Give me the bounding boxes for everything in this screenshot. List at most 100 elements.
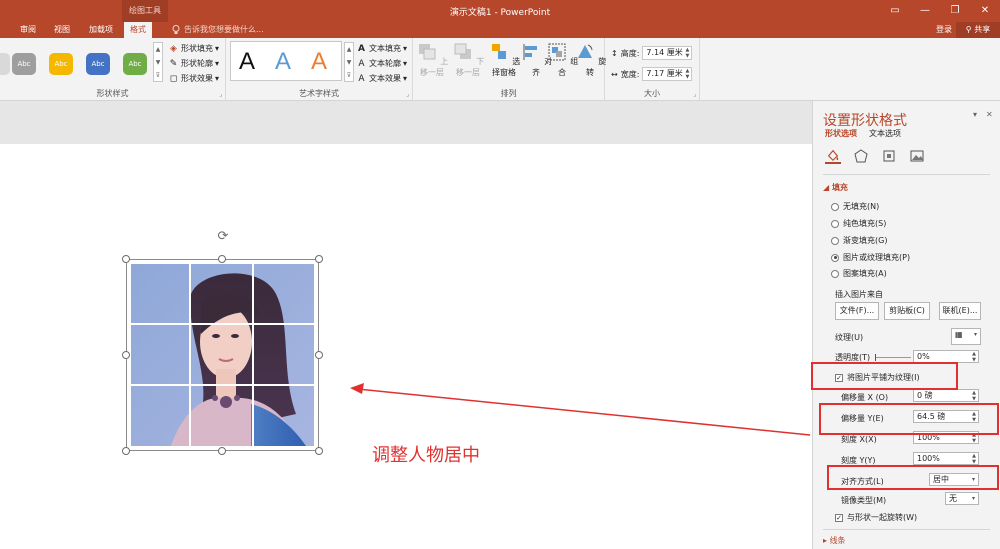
fill-option-picture-texture[interactable]: 图片或纹理填充(P) bbox=[831, 252, 910, 263]
wordart-sample[interactable]: A bbox=[275, 48, 291, 76]
radio[interactable] bbox=[831, 236, 839, 245]
wordart-sample[interactable]: A bbox=[239, 48, 255, 76]
wordart-gallery[interactable]: A A A bbox=[230, 41, 342, 81]
fill-line-icon[interactable] bbox=[825, 148, 841, 164]
size-properties-icon[interactable] bbox=[881, 148, 897, 164]
restore-icon[interactable]: ❐ bbox=[944, 3, 966, 19]
spinner-arrows-icon[interactable]: ▲ ▼ bbox=[972, 453, 976, 465]
spinner-arrows-icon[interactable]: ▲ ▼ bbox=[686, 47, 690, 59]
clipboard-button[interactable]: 剪贴板(C) bbox=[884, 302, 930, 320]
ribbon-tabs: 审阅 视图 加载项 格式 告诉我您想要做什么... 登录 ⚲ 共享 bbox=[0, 22, 1000, 38]
tile-seam bbox=[252, 264, 254, 446]
fill-option-solid[interactable]: 纯色填充(S) bbox=[831, 218, 886, 229]
tell-me-placeholder: 告诉我您想要做什么... bbox=[184, 25, 264, 34]
resize-handle[interactable] bbox=[315, 447, 323, 455]
fill-option-pattern[interactable]: 图案填充(A) bbox=[831, 268, 887, 279]
checkbox[interactable]: ✓ bbox=[835, 513, 843, 522]
shape-fill-button[interactable]: ◈ 形状填充 ▾ bbox=[168, 43, 219, 54]
width-row: ↔ 宽度: 7.17 厘米 ▲ ▼ bbox=[611, 67, 693, 81]
resize-handle[interactable] bbox=[122, 255, 130, 263]
resize-handle[interactable] bbox=[122, 351, 130, 359]
send-backward-icon bbox=[454, 43, 471, 59]
height-row: ↕ 高度: 7.14 厘米 ▲ ▼ bbox=[611, 46, 693, 60]
radio[interactable] bbox=[831, 269, 839, 278]
radio[interactable] bbox=[831, 202, 839, 211]
tell-me-search[interactable]: 告诉我您想要做什么... bbox=[172, 22, 264, 38]
shape-styles-gallery-scroll[interactable]: ▲ ▼ ⊽ bbox=[153, 42, 163, 82]
portrait-image bbox=[131, 264, 314, 446]
height-input[interactable]: 7.14 厘米 ▲ ▼ bbox=[642, 46, 693, 60]
texture-dropdown[interactable]: ▦ ▾ bbox=[951, 328, 981, 345]
ribbon-display-options-icon[interactable]: ▭ bbox=[884, 3, 906, 19]
shape-outline-button[interactable]: ✎ 形状轮廓 ▾ bbox=[168, 58, 219, 69]
shape-style-swatch[interactable]: Abc bbox=[86, 53, 110, 75]
close-icon[interactable]: ✕ bbox=[974, 3, 996, 19]
shape-style-partial[interactable] bbox=[0, 53, 10, 75]
bring-forward-button[interactable]: 上移一层 bbox=[415, 42, 449, 78]
text-fill-button[interactable]: A 文本填充 ▾ bbox=[356, 43, 407, 54]
text-outline-button[interactable]: A 文本轮廓 ▾ bbox=[356, 58, 407, 69]
pane-close-icon[interactable]: ✕ bbox=[986, 110, 993, 119]
fill-option-none[interactable]: 无填充(N) bbox=[831, 201, 879, 212]
wordart-styles-group: A A A ▲ ▼ ⊽ A 文本填充 ▾ A 文本轮廓 ▾ A 文本效果 ▾ 艺术字样式 … bbox=[226, 38, 413, 101]
tab-addins[interactable]: 加载项 bbox=[83, 22, 119, 38]
arrange-group: 上移一层 下移一层 选择窗格 对齐 组合 旋转 排列 bbox=[413, 38, 607, 101]
effects-pentagon-icon[interactable] bbox=[853, 148, 869, 164]
online-button[interactable]: 联机(E)... bbox=[939, 302, 981, 320]
minimize-icon[interactable]: — bbox=[914, 3, 936, 19]
spinner-arrows-icon[interactable]: ▲ ▼ bbox=[972, 351, 976, 363]
tab-review[interactable]: 审阅 bbox=[14, 22, 42, 38]
group-label: 艺术字样式 bbox=[299, 89, 339, 98]
text-effects-button[interactable]: A 文本效果 ▾ bbox=[356, 73, 407, 84]
send-backward-button[interactable]: 下移一层 bbox=[451, 42, 485, 78]
resize-handle[interactable] bbox=[122, 447, 130, 455]
offset-x-input[interactable]: 0 磅 ▲ ▼ bbox=[913, 389, 979, 402]
dialog-launcher-icon[interactable]: ⌟ bbox=[406, 91, 409, 98]
shape-style-swatch[interactable]: Abc bbox=[12, 53, 36, 75]
rotate-handle-icon[interactable]: ⟳ bbox=[216, 230, 230, 244]
mirror-type-dropdown[interactable]: 无 ▾ bbox=[945, 492, 979, 505]
rotate-button[interactable]: 旋转 bbox=[573, 42, 607, 78]
shape-styles-group: Abc Abc Abc Abc ▲ ▼ ⊽ ◈ 形状填充 ▾ ✎ 形状轮廓 ▾ ◻ 形状效… bbox=[0, 38, 226, 101]
tab-view[interactable]: 视图 bbox=[48, 22, 76, 38]
scale-y-input[interactable]: 100% ▲ ▼ bbox=[913, 452, 979, 465]
shape-style-swatch[interactable]: Abc bbox=[49, 53, 73, 75]
transparency-slider[interactable] bbox=[875, 354, 911, 361]
fill-option-gradient[interactable]: 渐变填充(G) bbox=[831, 235, 887, 246]
wordart-sample[interactable]: A bbox=[311, 48, 327, 76]
shape-picture-fill[interactable] bbox=[131, 264, 314, 446]
lightbulb-icon bbox=[172, 25, 180, 34]
picture-icon[interactable] bbox=[909, 148, 925, 164]
shape-effects-button[interactable]: ◻ 形状效果 ▾ bbox=[168, 73, 219, 84]
dialog-launcher-icon[interactable]: ⌟ bbox=[693, 91, 696, 98]
mirror-type-label: 镜像类型(M) bbox=[841, 496, 887, 505]
radio[interactable] bbox=[831, 253, 839, 262]
fill-section-header[interactable]: ◢ 填充 bbox=[823, 182, 848, 193]
tab-format[interactable]: 格式 bbox=[124, 22, 152, 38]
shape-style-swatch[interactable]: Abc bbox=[123, 53, 147, 75]
resize-handle[interactable] bbox=[218, 255, 226, 263]
person-icon: ⚲ bbox=[965, 25, 975, 34]
spinner-arrows-icon[interactable]: ▲ ▼ bbox=[686, 68, 690, 80]
radio[interactable] bbox=[831, 219, 839, 228]
width-input[interactable]: 7.17 厘米 ▲ ▼ bbox=[642, 67, 693, 81]
share-button[interactable]: ⚲ 共享 bbox=[956, 22, 1000, 38]
offset-x-label: 偏移量 X (O) bbox=[841, 393, 889, 402]
line-section-header[interactable]: ▸ 线条 bbox=[823, 535, 846, 546]
pane-options-icon[interactable]: ▾ bbox=[973, 110, 977, 119]
dialog-launcher-icon[interactable]: ⌟ bbox=[219, 91, 222, 98]
resize-handle[interactable] bbox=[315, 255, 323, 263]
rotate-with-shape-checkbox[interactable]: ✓ 与形状一起旋转(W) bbox=[835, 512, 917, 523]
resize-handle[interactable] bbox=[315, 351, 323, 359]
sign-in-link[interactable]: 登录 bbox=[936, 22, 952, 38]
tab-shape-options[interactable]: 形状选项 bbox=[825, 128, 857, 139]
slide-canvas[interactable] bbox=[0, 144, 812, 549]
resize-handle[interactable] bbox=[218, 447, 226, 455]
wordart-gallery-scroll[interactable]: ▲ ▼ ⊽ bbox=[344, 42, 354, 82]
spinner-arrows-icon[interactable]: ▲ ▼ bbox=[972, 390, 976, 402]
tab-text-options[interactable]: 文本选项 bbox=[869, 128, 901, 139]
group-icon bbox=[548, 43, 566, 61]
selection-pane-button[interactable]: 选择窗格 bbox=[487, 42, 521, 78]
file-button[interactable]: 文件(F)... bbox=[835, 302, 879, 320]
annotation-text: 调整人物居中 bbox=[372, 445, 480, 466]
